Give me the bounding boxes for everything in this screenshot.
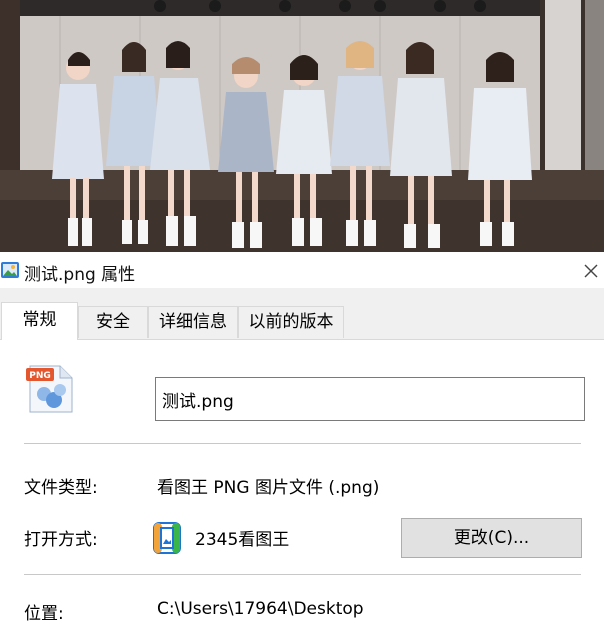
tab-label: 常规 — [22, 310, 57, 330]
general-panel: PNG 文件类型: 看图王 PNG 图片文件 (.png) 打开方式: 2345… — [0, 339, 604, 626]
open-with-app-name: 2345看图王 — [195, 530, 290, 550]
tab-label: 以前的版本 — [248, 312, 334, 332]
image-file-icon — [1, 262, 19, 278]
tab-general[interactable]: 常规 — [1, 302, 78, 340]
open-with-label: 打开方式: — [24, 530, 98, 550]
tab-label: 详细信息 — [159, 312, 227, 332]
location-value: C:\Users\17964\Desktop — [157, 599, 364, 619]
png-badge-text: PNG — [29, 371, 51, 381]
change-button[interactable]: 更改(C)... — [401, 518, 582, 558]
title-bar: 测试.png 属性 — [0, 252, 604, 288]
stage-photo — [0, 0, 604, 252]
properties-dialog: 测试.png 属性 常规 安全 详细信息 以前的版本 PNG 测试.png 文件… — [0, 252, 604, 626]
tab-details[interactable]: 详细信息 — [148, 306, 238, 338]
2345-viewer-icon — [153, 522, 181, 554]
tab-label: 安全 — [96, 312, 130, 332]
tab-previous-versions[interactable]: 以前的版本 — [238, 306, 344, 338]
window-title: 测试.png 属性 — [24, 265, 136, 285]
close-button[interactable] — [578, 258, 604, 284]
separator — [24, 443, 581, 444]
separator — [24, 574, 581, 575]
file-type-label: 文件类型: — [24, 478, 98, 498]
filename-field[interactable] — [155, 377, 585, 421]
change-button-label: 更改(C)... — [453, 528, 530, 548]
tab-strip: 常规 安全 详细信息 以前的版本 — [0, 288, 604, 340]
file-type-value: 看图王 PNG 图片文件 (.png) — [157, 478, 380, 498]
close-icon[interactable] — [578, 258, 604, 284]
stage-photo-image — [0, 0, 604, 252]
location-label: 位置: — [24, 604, 64, 624]
png-file-icon: PNG — [26, 365, 73, 413]
tab-security[interactable]: 安全 — [78, 306, 148, 338]
